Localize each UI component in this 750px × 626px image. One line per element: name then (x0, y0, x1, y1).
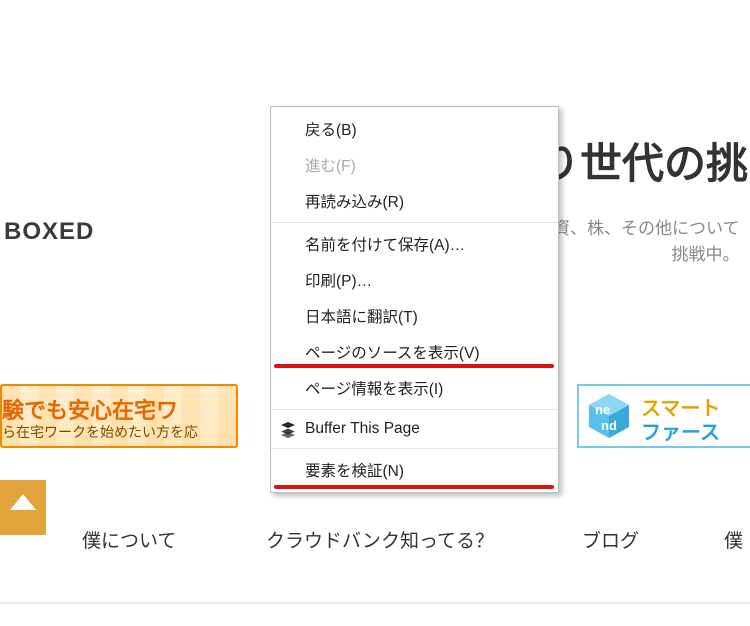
subtitle-line1: 投資、株、その他について (536, 219, 740, 238)
ctx-back[interactable]: 戻る(B) (271, 111, 558, 147)
nav-about[interactable]: 僕について (82, 526, 176, 553)
ctx-sep-1 (271, 222, 558, 223)
subtitle-line2: 挑戦中。 (672, 245, 740, 264)
ctx-sep-3 (271, 448, 558, 449)
nav-crowdbank[interactable]: クラウドバンク知ってる？ (266, 526, 494, 553)
ctx-print[interactable]: 印刷(P)… (271, 262, 558, 298)
annotation-underline-source (274, 364, 554, 368)
logo-text: BOXED (4, 218, 94, 246)
nend-line2: ファース (641, 416, 720, 445)
buffer-icon (279, 421, 297, 439)
nend-cube-icon: ne nd (585, 392, 633, 440)
ad-banner-left-line2: ら在宅ワークを始めたい方を応 (2, 422, 198, 442)
ad-banner-nend[interactable]: ne nd スマート ファース (577, 384, 750, 448)
nav-divider (0, 602, 750, 604)
svg-text:ne: ne (595, 402, 610, 417)
ctx-inspect[interactable]: 要素を検証(N) (271, 452, 558, 488)
ctx-buffer-label: Buffer This Page (305, 420, 420, 437)
nav-home-tile[interactable] (0, 480, 46, 535)
nav-extra[interactable]: 僕 (724, 526, 743, 553)
ctx-save-as[interactable]: 名前を付けて保存(A)… (271, 226, 558, 262)
page-title: り世代の挑 (538, 130, 748, 191)
ctx-reload[interactable]: 再読み込み(R) (271, 183, 558, 219)
ctx-buffer[interactable]: Buffer This Page (271, 413, 558, 445)
svg-text:nd: nd (601, 418, 617, 433)
context-menu: 戻る(B) 進む(F) 再読み込み(R) 名前を付けて保存(A)… 印刷(P)…… (270, 106, 559, 493)
ad-banner-left-line1: 験でも安心在宅ワ (2, 393, 178, 425)
up-arrow-icon (10, 494, 36, 510)
ctx-sep-2 (271, 409, 558, 410)
ctx-page-info[interactable]: ページ情報を表示(I) (271, 370, 558, 406)
page-subtitle: 投資、株、その他について 挑戦中。 (536, 216, 740, 267)
annotation-underline-inspect (274, 485, 554, 489)
nav-blog[interactable]: ブログ (582, 526, 639, 553)
ctx-forward: 進む(F) (271, 147, 558, 183)
ctx-translate[interactable]: 日本語に翻訳(T) (271, 298, 558, 334)
ad-banner-left[interactable]: 験でも安心在宅ワ ら在宅ワークを始めたい方を応 (0, 384, 238, 448)
